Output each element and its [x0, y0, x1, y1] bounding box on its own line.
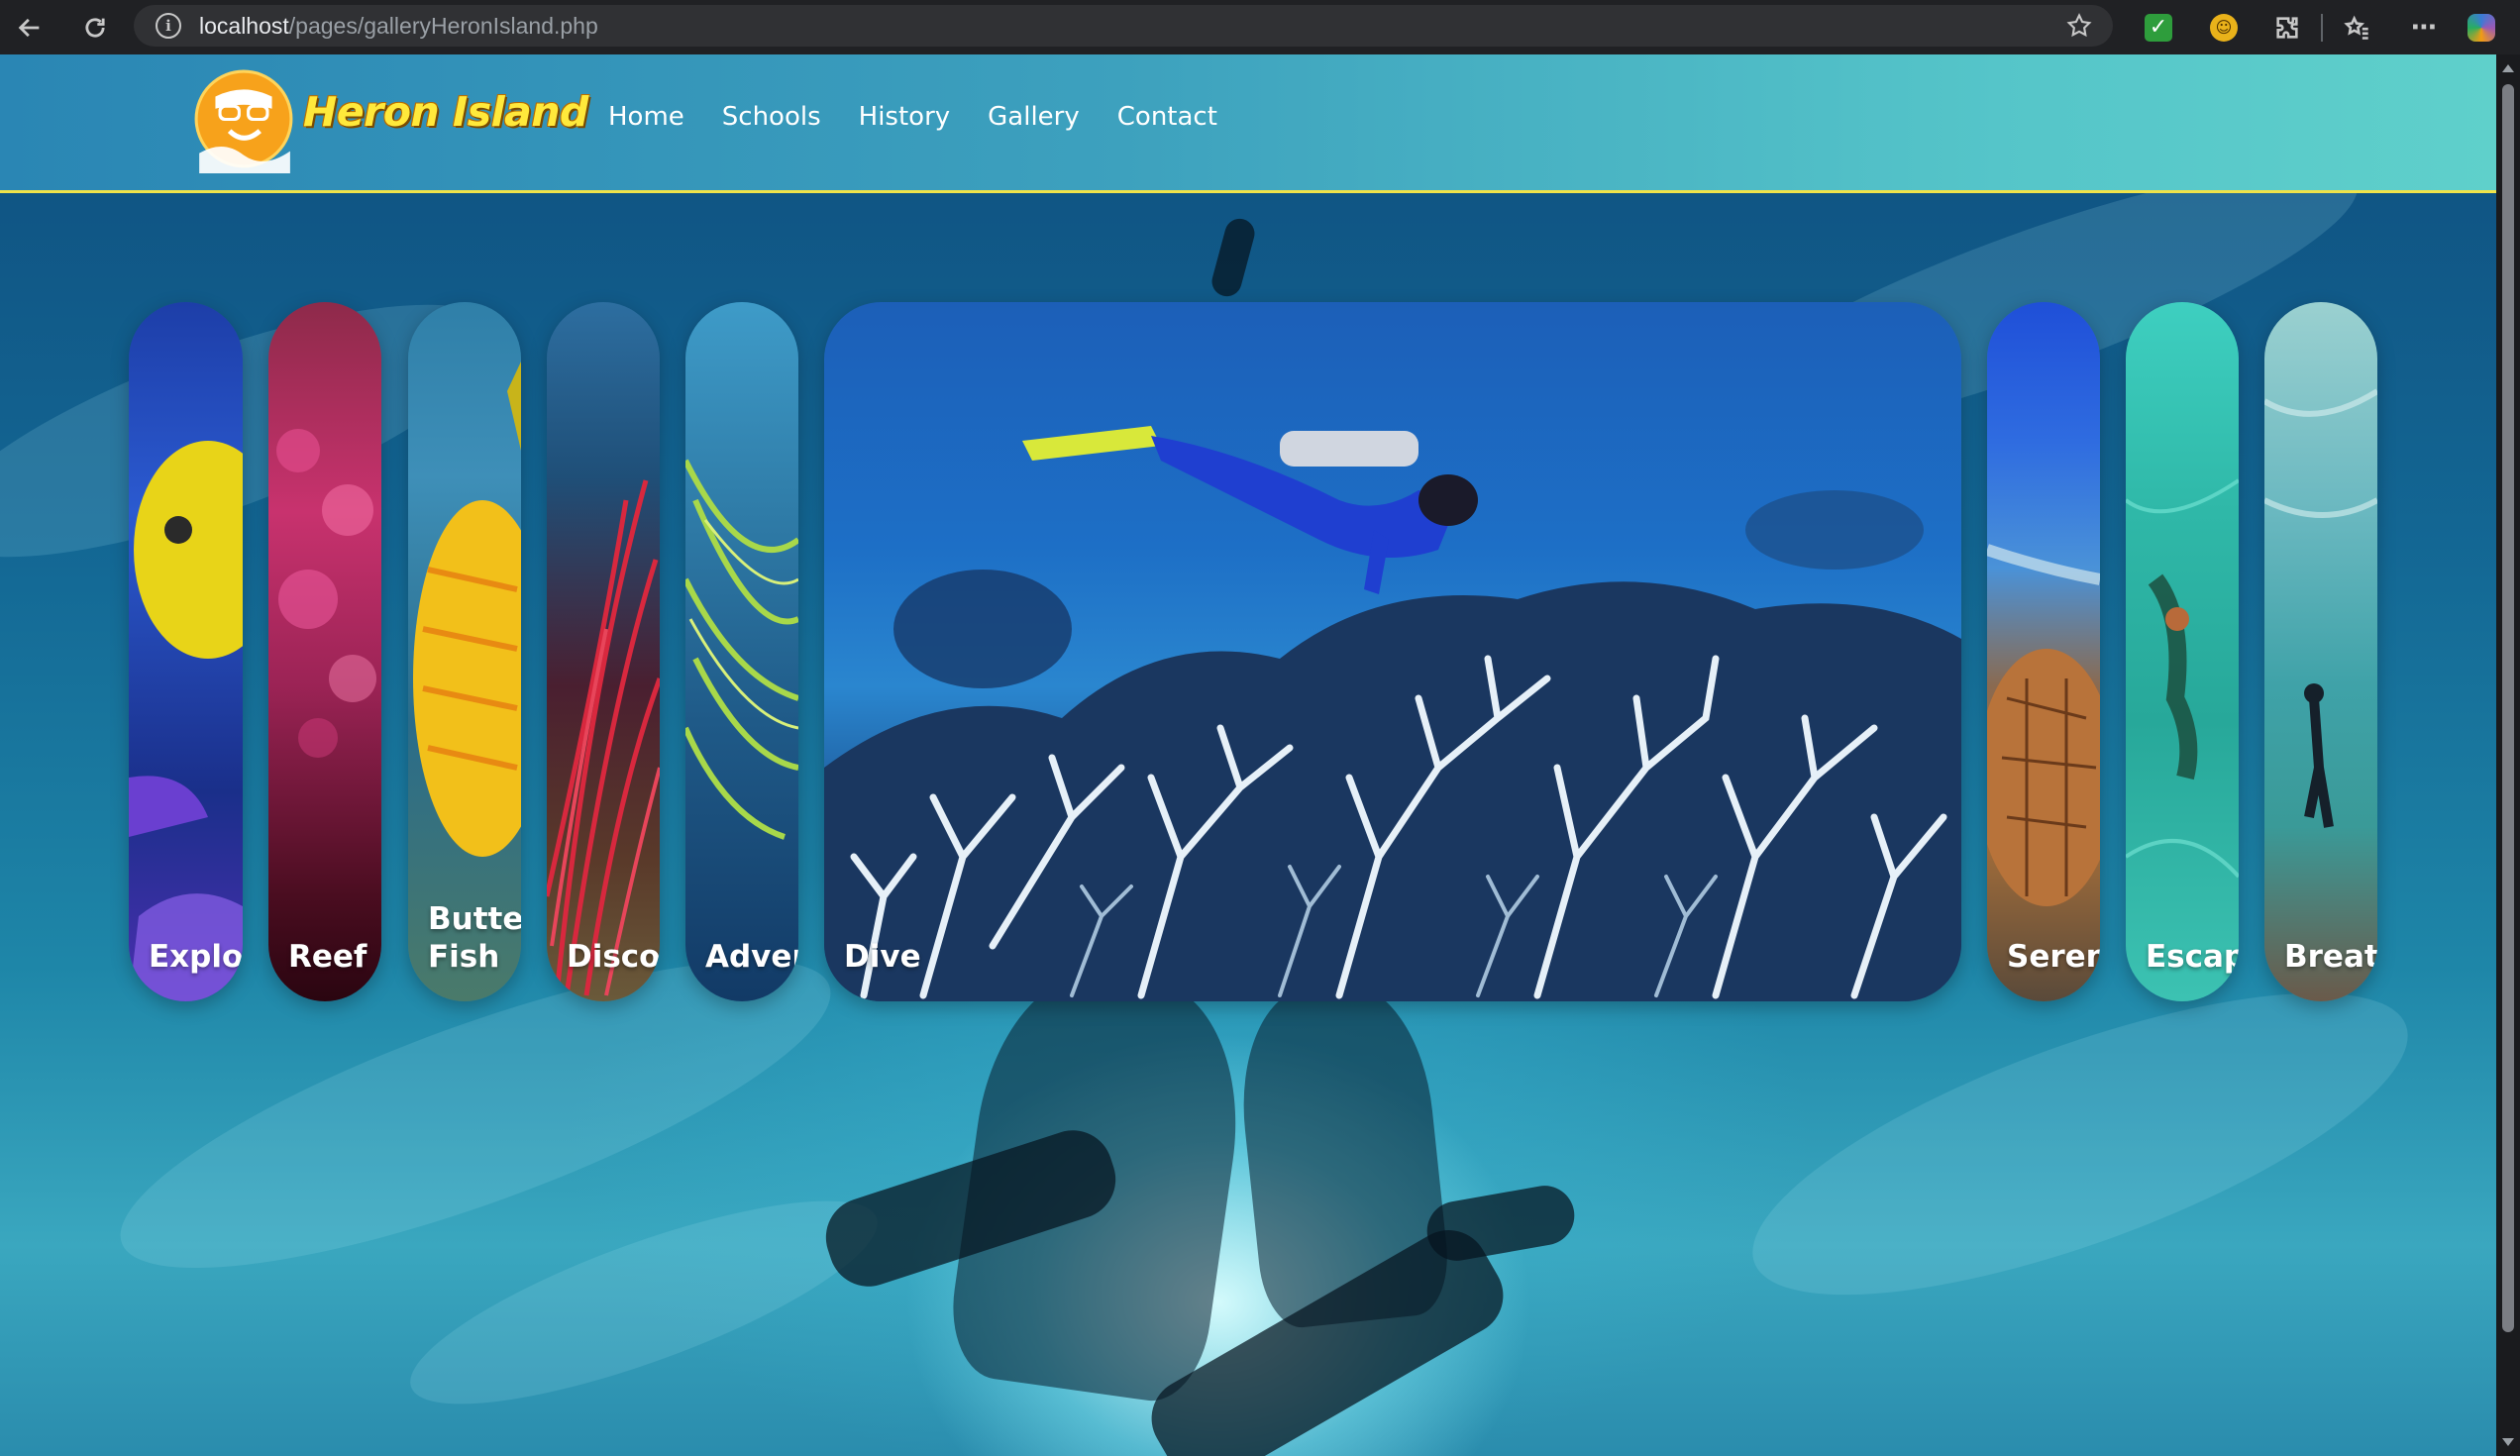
- pink-coral-image: [276, 429, 376, 758]
- url-path: /pages/galleryHeronIsland.php: [288, 12, 598, 39]
- sea-turtle-image: [1987, 544, 2100, 906]
- puzzle-icon[interactable]: [2273, 14, 2301, 42]
- scrollbar-thumb[interactable]: [2502, 84, 2514, 1332]
- gallery-card-butter-fish[interactable]: Butter Fish: [408, 302, 521, 1001]
- butterfly-fish-image: [413, 362, 521, 857]
- diver-mask-logo-icon[interactable]: [193, 68, 294, 173]
- more-icon[interactable]: ⋯: [2410, 13, 2438, 43]
- card-label: Escape: [2146, 939, 2239, 975]
- free-diver-image: [2264, 388, 2377, 828]
- page-viewport: Heron Island Home Schools History Galler…: [0, 54, 2496, 1456]
- gallery-card-escape[interactable]: Escape: [2126, 302, 2239, 1001]
- page-scrollbar[interactable]: [2496, 54, 2520, 1456]
- card-label: Reef: [288, 939, 368, 975]
- site-header: Heron Island Home Schools History Galler…: [0, 54, 2496, 193]
- site-logo-text[interactable]: Heron Island: [303, 88, 588, 136]
- gallery-card-breathe[interactable]: Breathe: [2264, 302, 2377, 1001]
- gallery-card-discover[interactable]: Discover: [547, 302, 660, 1001]
- gallery-card-adventure[interactable]: Adventure: [685, 302, 798, 1001]
- star-icon[interactable]: [2065, 12, 2093, 40]
- card-label: Explore: [149, 939, 243, 975]
- card-label: Dive: [844, 939, 921, 975]
- scroll-up-icon[interactable]: [2502, 64, 2514, 72]
- red-sea-fan-image: [547, 479, 660, 996]
- main-nav: Home Schools History Gallery Contact: [608, 102, 1217, 132]
- yellow-fish-image: [129, 441, 243, 1001]
- reload-button[interactable]: [75, 8, 115, 48]
- card-label: Adventure: [705, 939, 798, 975]
- scuba-diver-coral-image: [824, 426, 1961, 1001]
- card-label: Serenity: [2007, 939, 2100, 975]
- gallery-card-reef[interactable]: Reef: [268, 302, 381, 1001]
- nav-history[interactable]: History: [859, 102, 951, 132]
- info-icon[interactable]: i: [156, 13, 181, 39]
- card-label: Butter Fish: [428, 901, 521, 975]
- card-label: Discover: [567, 939, 660, 975]
- url-text[interactable]: localhost/pages/galleryHeronIsland.php: [199, 13, 598, 40]
- gallery-card-serenity[interactable]: Serenity: [1987, 302, 2100, 1001]
- reload-icon: [85, 17, 105, 37]
- address-bar[interactable]: i localhost/pages/galleryHeronIsland.php: [134, 5, 2113, 47]
- scroll-down-icon[interactable]: [2502, 1438, 2514, 1446]
- nav-schools[interactable]: Schools: [722, 102, 821, 132]
- snorkeler-image: [2126, 478, 2239, 879]
- favorites-icon[interactable]: [2343, 14, 2370, 42]
- extension-face-icon[interactable]: ☺: [2210, 13, 2238, 42]
- card-label: Breathe: [2284, 939, 2377, 975]
- browser-toolbar: i localhost/pages/galleryHeronIsland.php…: [0, 0, 2520, 54]
- copilot-icon[interactable]: [2468, 13, 2495, 42]
- shield-check-icon[interactable]: ✓: [2145, 13, 2172, 42]
- gallery-card-explore[interactable]: Explore: [129, 302, 243, 1001]
- url-host: localhost: [199, 12, 289, 39]
- nav-home[interactable]: Home: [608, 102, 684, 132]
- toolbar-divider: [2321, 13, 2323, 42]
- back-button[interactable]: [10, 8, 50, 48]
- green-crinoid-image: [685, 459, 798, 840]
- image-gallery: Explore Reef Butter Fish: [129, 302, 2377, 1001]
- back-arrow-icon: [18, 18, 40, 37]
- nav-gallery[interactable]: Gallery: [988, 102, 1080, 132]
- gallery-card-dive[interactable]: Dive: [824, 302, 1961, 1001]
- nav-contact[interactable]: Contact: [1117, 102, 1217, 132]
